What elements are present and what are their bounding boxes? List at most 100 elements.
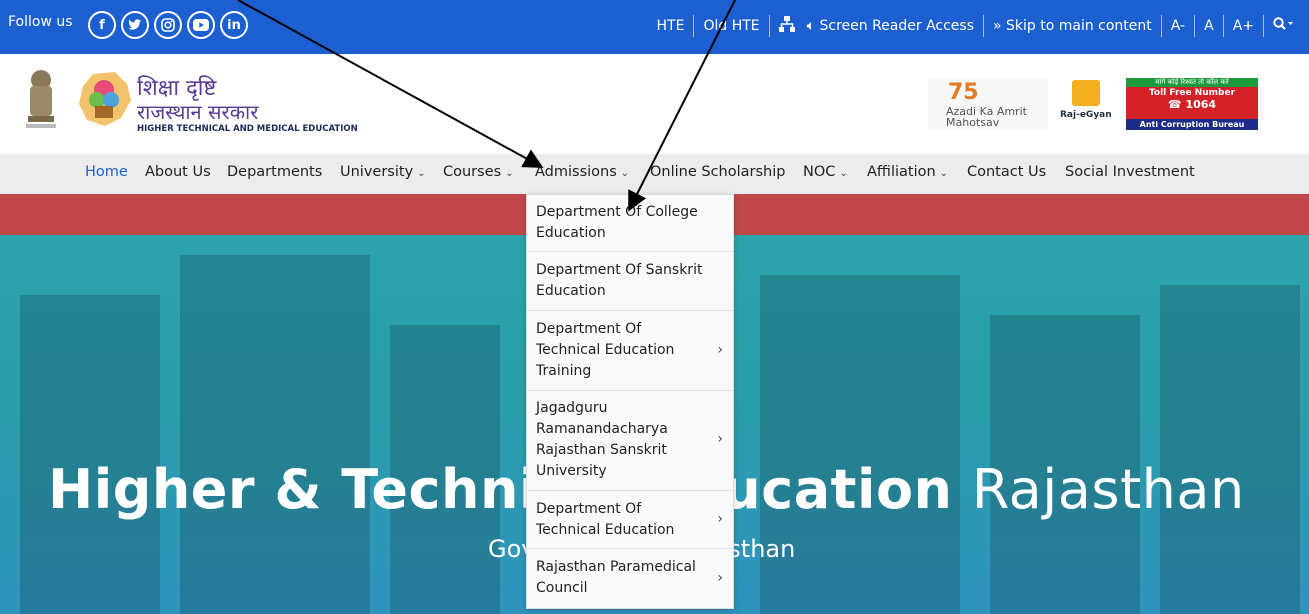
top-links: HTE Old HTE 🔈︎ Screen Reader Access » Sk… [657,15,1293,37]
nav-label: Departments [227,164,323,180]
nav-departments[interactable]: Departments [227,164,322,180]
nav-courses[interactable]: Courses ⌄ [443,164,514,180]
nav-label: Courses [443,164,502,180]
nav-label: NOC [803,164,836,180]
acb-top-text: मांगे कोई रिश्वत तो कॉल करें [1126,78,1258,87]
azadi-ka-amrit-mahotsav-logo[interactable]: 75 Azadi Ka Amrit Mahotsav [928,78,1048,130]
raj-egyan-logo[interactable]: Raj-eGyan [1058,78,1118,130]
instagram-icon[interactable] [154,11,182,39]
raj-egyan-icon [1072,80,1100,106]
acb-tollfree: Toll Free Number ☎ 1064 [1126,87,1258,119]
main-nav: Home About Us Departments University ⌄ Co… [0,154,1309,194]
chevron-right-icon: › [717,342,723,358]
nav-contact-us[interactable]: Contact Us [967,164,1046,180]
hte-link[interactable]: HTE [657,18,685,34]
nav-label: Contact Us [967,164,1047,180]
double-chevron-down-icon: » [993,18,1007,34]
label-line: Rajasthan Sanskrit [536,442,667,458]
label-line: Technical Education [536,342,675,358]
admissions-dropdown: Department Of College Education Departme… [526,194,734,609]
screen-reader-link[interactable]: 🔈︎ Screen Reader Access [807,18,974,34]
building-silhouette [180,255,370,614]
building-silhouette [1160,285,1300,614]
chevron-down-icon: ⌄ [939,168,949,179]
nav-label: Affiliation [867,164,936,180]
nav-admissions[interactable]: Admissions ⌄ [535,164,629,180]
chevron-down-icon: ⌄ [505,168,514,179]
skip-label: Skip to main content [1006,18,1152,34]
building-silhouette [760,275,960,614]
label-line: Ramanandacharya [536,421,668,437]
follow-us-label: Follow us [8,14,73,30]
divider [693,15,695,37]
label-line: Jagadguru [536,400,608,416]
dropdown-item-label: Department Of Technical Education [536,499,706,541]
linkedin-icon[interactable]: in [220,11,248,39]
dropdown-item-paramedical-council[interactable]: Rajasthan Paramedical Council › [527,549,733,608]
divider [768,15,770,37]
divider [983,15,984,37]
chevron-right-icon: › [717,511,723,527]
nav-university[interactable]: University ⌄ [340,164,426,180]
chevron-down-icon: ⌄ [417,168,426,179]
nav-label: University [340,164,414,180]
rajasthan-map-logo [79,72,131,126]
divider [1222,15,1224,37]
dropdown-item-label: Department Of Sanskrit Education [536,260,706,302]
azadi-75: 75 [948,80,979,105]
label-line: Department Of Sanskrit [536,262,703,278]
skip-to-main-link[interactable]: » Skip to main content [993,18,1152,34]
facebook-icon[interactable]: f [88,11,116,39]
nav-online-scholarship[interactable]: Online Scholarship [650,164,785,180]
dropdown-item-jrr-sanskrit-university[interactable]: Jagadguru Ramanandacharya Rajasthan Sans… [527,391,733,491]
dropdown-item-technical-education-training[interactable]: Department Of Technical Education Traini… [527,311,733,391]
nav-social-investment[interactable]: Social Investment [1065,164,1195,180]
label-line: Rajasthan Paramedical [536,559,696,575]
label-line: Education [536,283,606,299]
anti-corruption-banner[interactable]: मांगे कोई रिश्वत तो कॉल करें Toll Free N… [1126,78,1258,130]
dropdown-item-label: Department Of Technical Education Traini… [536,319,706,382]
label-line: Department Of [536,501,642,517]
nav-affiliation[interactable]: Affiliation ⌄ [867,164,948,180]
chevron-down-icon: ⌄ [839,168,848,179]
national-emblem-icon [26,70,56,128]
sitemap-icon[interactable] [778,16,795,36]
label-line: Department Of [536,321,642,337]
nav-label: Online Scholarship [650,164,786,180]
youtube-icon[interactable] [187,11,215,39]
building-silhouette [20,295,160,614]
screen-reader-label: Screen Reader Access [819,18,974,34]
hero-title-bold: Higher & Technical Education [48,458,953,521]
search-toggle-button[interactable] [1273,17,1293,35]
dropdown-item-technical-education[interactable]: Department Of Technical Education › [527,491,733,549]
dropdown-item-label: Jagadguru Ramanandacharya Rajasthan Sans… [536,398,706,482]
font-normal-button[interactable]: A [1204,18,1214,34]
chevron-down-icon: ⌄ [620,168,630,179]
hero-title-light: Rajasthan [971,458,1245,521]
dropdown-item-college-education[interactable]: Department Of College Education [527,195,733,252]
speaker-icon: 🔈︎ [806,18,820,34]
label-line: Department Of College [536,204,698,220]
nav-label: Admissions [535,164,617,180]
divider [1194,15,1196,37]
old-hte-link[interactable]: Old HTE [703,18,759,34]
font-increase-button[interactable]: A+ [1233,18,1254,34]
acb-number: ☎ 1064 [1167,98,1217,111]
hindi-government: राजस्थान सरकार [137,100,259,124]
acb-number-value: 1064 [1185,98,1217,111]
nav-label: About Us [145,164,211,180]
twitter-icon[interactable] [121,11,149,39]
dropdown-item-sanskrit-education[interactable]: Department Of Sanskrit Education [527,252,733,311]
raj-egyan-label: Raj-eGyan [1060,110,1112,120]
department-subtitle: HIGHER TECHNICAL AND MEDICAL EDUCATION [137,124,358,134]
divider [1160,15,1162,37]
label-line: University [536,463,607,479]
font-decrease-button[interactable]: A- [1171,18,1185,34]
chevron-right-icon: › [717,431,723,447]
site-header: शिक्षा दृष्टि राजस्थान सरकार HIGHER TECH… [0,54,1309,154]
chevron-right-icon: › [717,570,723,586]
nav-home[interactable]: Home [85,164,128,180]
acb-bottom-text: Anti Corruption Bureau [1126,119,1258,130]
nav-about-us[interactable]: About Us [145,164,211,180]
nav-noc[interactable]: NOC ⌄ [803,164,848,180]
